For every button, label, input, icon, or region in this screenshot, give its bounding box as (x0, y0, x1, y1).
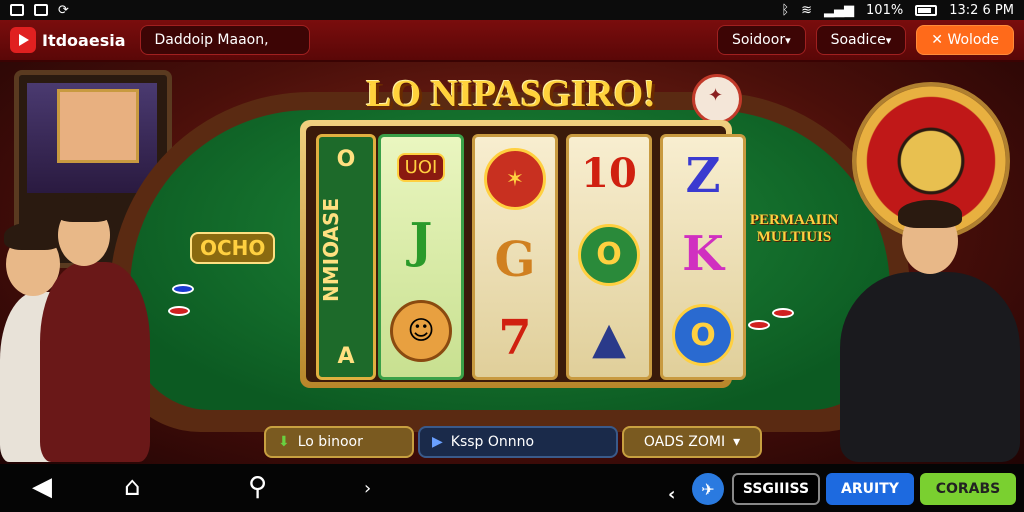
game-scene: LO NIPASGIRO! OCHO PERMAAIIN MULTIUIS O … (0, 62, 1024, 464)
battery-icon (915, 4, 938, 16)
tv-portrait (57, 89, 139, 163)
game-button-two-label: Kssp Onnno (450, 434, 535, 450)
slot-machine: O NMIOASE A UOI J ☺ ✶ G 7 10 O ▲ Z K O (300, 120, 746, 388)
app-bar: Itdoaesia Daddoip Maaon, Soidoor Soadice… (0, 20, 1024, 62)
search-icon[interactable]: ⚲ (248, 472, 267, 502)
pyramid-symbol-icon: ▲ (592, 312, 626, 364)
side-reel-text: NMIOASE (319, 197, 343, 303)
chip-icon[interactable] (172, 284, 194, 294)
chevron-right-icon[interactable]: › (364, 478, 371, 499)
symbol-letter: Z (685, 148, 721, 204)
navigation-bar: ◀ ⌂ ⚲ › ‹ ✈ SSGIIISS ARUITY CORABS (0, 464, 1024, 512)
nav-button-two[interactable]: ARUITY (826, 473, 914, 505)
action-button-label: Wolode (947, 32, 999, 48)
player-left-2-hair (56, 196, 112, 222)
search-field[interactable]: Daddoip Maaon, (139, 25, 310, 55)
game-button-one-label: Lo binoor (297, 434, 363, 450)
game-button-three-label: OADS ZOMI (643, 434, 726, 450)
brand-name: Itdoaesia (42, 30, 126, 50)
dropdown-one[interactable]: Soidoor (716, 25, 806, 55)
game-title: LO NIPASGIRO! (366, 73, 656, 115)
disc-symbol-icon: ✶ (484, 148, 546, 210)
multiplier-banner: PERMAAIIN MULTIUIS (749, 212, 839, 245)
back-icon[interactable]: ◀ (32, 472, 52, 502)
game-button-two[interactable]: ▶ Kssp Onnno (418, 426, 618, 458)
symbol-letter: K (682, 226, 724, 282)
vibrate-icon: ≋ (801, 2, 813, 18)
side-reel: O NMIOASE A (316, 134, 376, 380)
battery-percentage: 101% (866, 2, 904, 18)
status-bar: ⟳ ᛒ ≋ ▂▄▆ 101% 13:2 6 PM (0, 0, 1024, 20)
reels: UOI J ☺ ✶ G 7 10 O ▲ Z K O (378, 134, 746, 380)
chevron-down-icon: ▾ (733, 434, 741, 450)
left-badge[interactable]: OCHO (190, 232, 276, 264)
reel-2[interactable]: ✶ G 7 (472, 134, 558, 380)
share-icon[interactable]: ✈ (692, 473, 724, 505)
home-icon[interactable]: ⌂ (124, 472, 141, 502)
reel-1[interactable]: UOI J ☺ (378, 134, 464, 380)
sync-icon: ⟳ (58, 2, 69, 18)
dropdown-two[interactable]: Soadice (815, 25, 907, 55)
player-left-1-hair (4, 222, 62, 250)
symbol-ten: 10 (581, 150, 637, 198)
dealer-hair (898, 200, 962, 228)
chip-icon[interactable] (168, 306, 190, 316)
game-button-three[interactable]: OADS ZOMI ▾ (622, 426, 762, 458)
bluetooth-icon: ᛒ (781, 2, 790, 18)
game-controls: ⬇ Lo binoor ▶ Kssp Onnno OADS ZOMI ▾ (0, 424, 1024, 462)
nav-button-one[interactable]: SSGIIISS (732, 473, 820, 505)
symbol-coin: O (672, 304, 734, 366)
nav-button-three[interactable]: CORABS (920, 473, 1016, 505)
action-button[interactable]: ✕ Wolode (916, 25, 1014, 55)
bonus-ball-icon[interactable] (692, 74, 742, 124)
symbol-seven: 7 (498, 310, 532, 366)
symbol-badge: UOI (396, 152, 446, 182)
arrow-icon: ⬇ (278, 434, 290, 450)
chip-icon[interactable] (748, 320, 770, 330)
play-icon: ▶ (432, 434, 443, 450)
brand-logo[interactable]: Itdoaesia (10, 27, 126, 53)
reel-4[interactable]: Z K O (660, 134, 746, 380)
symbol-coin: O (578, 223, 640, 286)
symbol-letter: J (409, 212, 433, 269)
play-icon (10, 27, 36, 53)
symbol-letter: G (494, 232, 536, 288)
side-reel-top: O (336, 147, 356, 172)
signal-icon: ▂▄▆ (824, 2, 855, 18)
chevron-left-icon[interactable]: ‹ (668, 478, 675, 510)
game-button-one[interactable]: ⬇ Lo binoor (264, 426, 414, 458)
face-symbol-icon: ☺ (390, 299, 452, 362)
slot-frame: O NMIOASE A UOI J ☺ ✶ G 7 10 O ▲ Z K O (306, 126, 746, 382)
side-reel-bottom: A (337, 344, 355, 369)
notification-icon (34, 4, 48, 16)
chip-icon[interactable] (772, 308, 794, 318)
notification-icon (10, 4, 24, 16)
wrench-icon: ✕ (931, 32, 948, 48)
clock: 13:2 6 PM (949, 2, 1014, 18)
reel-3[interactable]: 10 O ▲ (566, 134, 652, 380)
